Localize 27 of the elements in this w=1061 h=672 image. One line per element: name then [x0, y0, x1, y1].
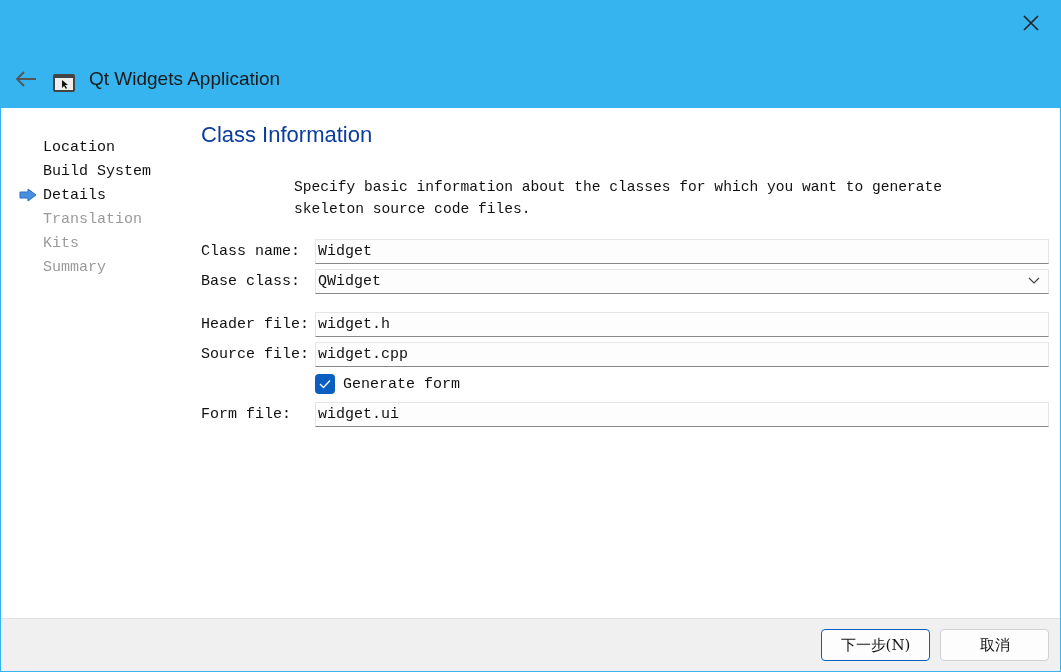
field-label: Form file:: [201, 405, 292, 423]
input-field[interactable]: widget.cpp: [315, 341, 1049, 367]
page-title: Class Information: [201, 122, 374, 149]
field-label: Class name:: [201, 242, 302, 260]
chevron-down-icon: [1028, 277, 1040, 285]
back-arrow-icon: [15, 70, 37, 88]
field-label: Base class:: [201, 272, 302, 290]
wizard-step: Summary: [43, 258, 106, 276]
checkbox[interactable]: [315, 374, 335, 394]
window-app-icon: [53, 74, 75, 92]
wizard-step: Translation: [43, 210, 143, 228]
close-icon: [1023, 15, 1039, 31]
page-description: Specify basic information about the classes for which you want to generate skeleton source code files.: [294, 178, 944, 219]
cancel-button[interactable]: 取消: [940, 629, 1049, 661]
wizard-step: Details: [43, 186, 106, 204]
input-field[interactable]: Widget: [315, 238, 1049, 264]
input-field[interactable]: widget.ui: [315, 401, 1049, 427]
wizard-step: Build System: [43, 162, 152, 180]
input-field[interactable]: widget.h: [315, 311, 1049, 337]
field-label: Header file:: [201, 315, 311, 333]
wizard-step: Kits: [43, 234, 79, 252]
wizard-step: Location: [43, 138, 115, 156]
dropdown-field[interactable]: QWidget: [315, 268, 1049, 294]
field-label: Source file:: [201, 345, 311, 363]
window-title: Qt Widgets Application: [89, 67, 281, 91]
check-icon: [319, 379, 331, 389]
next-button[interactable]: 下一步(N): [821, 629, 930, 661]
